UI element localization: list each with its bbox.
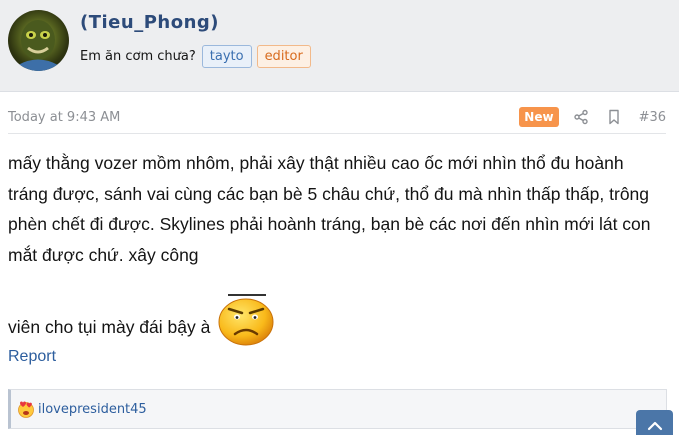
post-meta: Today at 9:43 AM New #36 bbox=[8, 104, 666, 134]
user-badge-tayto: tayto bbox=[201, 44, 252, 68]
love-reaction-icon bbox=[18, 401, 34, 418]
new-badge: New bbox=[519, 107, 559, 127]
post-text-last-line: viên cho tụi mày đái bậy à bbox=[8, 292, 668, 346]
chevron-up-icon bbox=[647, 421, 662, 431]
user-title: Em ăn cơm chưa? bbox=[80, 48, 196, 64]
post-text-paragraph: mấy thằng vozer mồm nhôm, phải xây thật … bbox=[8, 153, 651, 265]
scroll-top-button[interactable] bbox=[636, 410, 673, 435]
user-header: (Tieu_Phong) Em ăn cơm chưa? tayto edito… bbox=[0, 0, 679, 92]
post-timestamp[interactable]: Today at 9:43 AM bbox=[8, 110, 120, 125]
avatar[interactable] bbox=[8, 10, 69, 71]
post-body: mấy thằng vozer mồm nhôm, phải xây thật … bbox=[8, 148, 668, 346]
sad-smiley-icon bbox=[218, 294, 274, 346]
reaction-bar[interactable]: ilovepresident45 bbox=[8, 389, 667, 429]
report-link[interactable]: Report bbox=[8, 348, 56, 366]
user-title-row: Em ăn cơm chưa? tayto editor bbox=[80, 43, 311, 69]
user-badge-editor: editor bbox=[256, 44, 311, 68]
bookmark-icon[interactable] bbox=[606, 109, 622, 125]
username[interactable]: (Tieu_Phong) bbox=[80, 12, 219, 33]
post-meta-actions: New #36 bbox=[519, 105, 666, 129]
reaction-user-link[interactable]: ilovepresident45 bbox=[38, 402, 147, 417]
share-icon[interactable] bbox=[573, 109, 589, 125]
post-number[interactable]: #36 bbox=[639, 110, 666, 125]
post-text-line: viên cho tụi mày đái bậy à bbox=[8, 316, 211, 337]
